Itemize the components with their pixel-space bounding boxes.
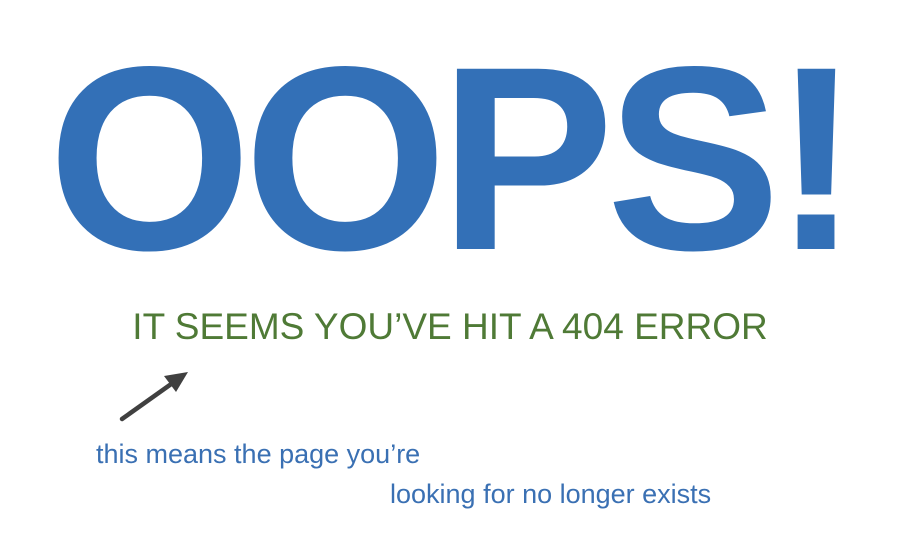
explanation-line-1: this means the page you’re <box>96 439 421 469</box>
oops-headline: OOPS! <box>47 12 860 305</box>
error-subheadline: IT SEEMS YOU’VE HIT A 404 ERROR <box>132 306 768 347</box>
explanation-line-2: looking for no longer exists <box>390 479 712 509</box>
arrow-up-right-icon <box>119 372 188 422</box>
